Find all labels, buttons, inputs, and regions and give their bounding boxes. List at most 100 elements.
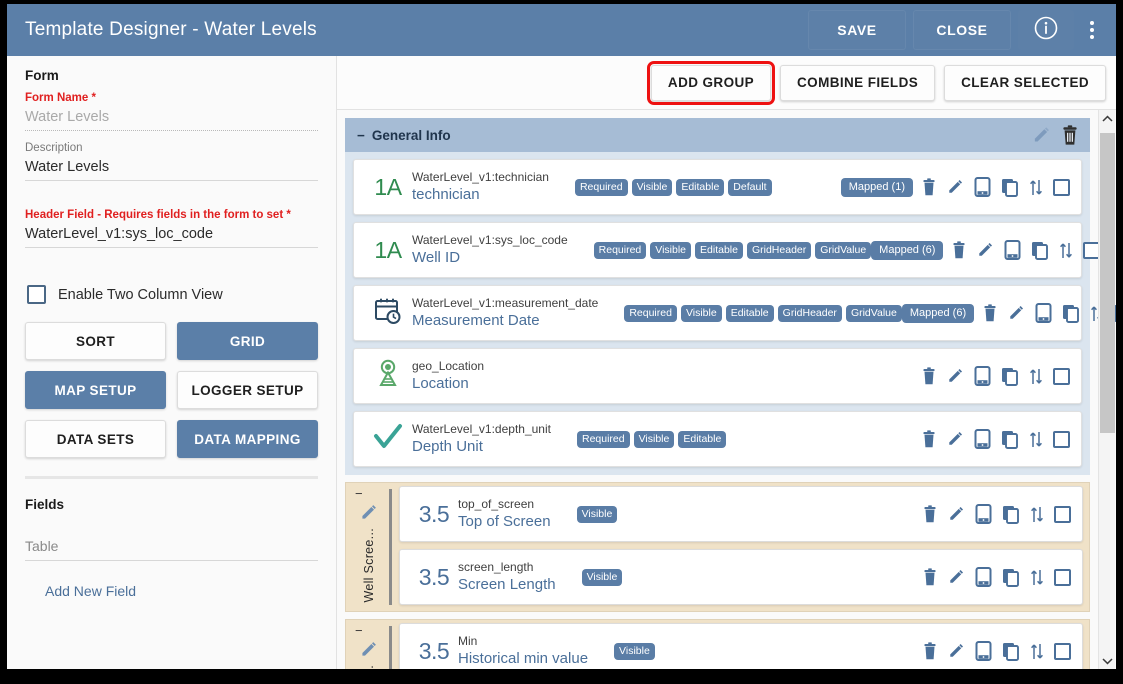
subgroup-well-screen[interactable]: − Well Scree... 3.5 top_of_screen Top of… <box>345 482 1090 612</box>
row-pencil-icon[interactable] <box>948 506 965 523</box>
row-sort-arrows-icon[interactable] <box>1030 505 1044 524</box>
two-column-view-checkbox[interactable] <box>27 285 46 304</box>
field-label: Location <box>412 375 469 392</box>
subgroup-edit-pencil-icon[interactable] <box>360 641 378 659</box>
scrollbar-thumb[interactable] <box>1099 133 1115 433</box>
row-trash-icon[interactable] <box>922 568 938 586</box>
add-new-field-link[interactable]: Add New Field <box>45 583 318 599</box>
add-group-button[interactable]: ADD GROUP <box>646 60 776 105</box>
row-device-icon[interactable] <box>974 429 991 449</box>
data-sets-button[interactable]: DATA SETS <box>25 420 166 458</box>
row-copy-icon[interactable] <box>1002 642 1020 661</box>
row-device-icon[interactable] <box>975 641 992 661</box>
group-delete-trash-icon[interactable] <box>1060 124 1080 146</box>
table-row[interactable]: WaterLevel_v1:depth_unit Depth Unit Requ… <box>353 411 1082 467</box>
clear-selected-button[interactable]: CLEAR SELECTED <box>944 64 1106 101</box>
row-trash-icon[interactable] <box>922 642 938 660</box>
row-pencil-icon[interactable] <box>947 368 964 385</box>
row-pencil-icon[interactable] <box>947 179 964 196</box>
row-select-checkbox[interactable] <box>1053 178 1070 196</box>
subgroup-collapse-toggle[interactable]: − <box>355 487 363 500</box>
table-row[interactable]: WaterLevel_v1:measurement_date Measureme… <box>353 285 1116 341</box>
table-row[interactable]: 3.5 screen_length Screen Length Visible <box>399 549 1083 605</box>
form-name-input[interactable]: Water Levels <box>25 106 318 130</box>
canvas-scrollbar[interactable] <box>1098 110 1115 669</box>
row-copy-icon[interactable] <box>1001 178 1019 197</box>
row-sort-arrows-icon[interactable] <box>1030 642 1044 661</box>
row-device-icon[interactable] <box>1035 303 1052 323</box>
row-trash-icon[interactable] <box>921 430 937 448</box>
form-canvas: − General Info 1A WaterLevel_v1:technici… <box>337 110 1116 669</box>
page-title: Template Designer - Water Levels <box>25 19 317 40</box>
sidebar: Form Form Name * Water Levels Descriptio… <box>7 56 337 669</box>
subgroup-edit-pencil-icon[interactable] <box>360 504 378 522</box>
group-collapse-toggle[interactable]: − <box>357 128 365 143</box>
save-button[interactable]: SAVE <box>808 10 906 50</box>
data-mapping-button[interactable]: DATA MAPPING <box>177 420 318 458</box>
table-row[interactable]: 3.5 top_of_screen Top of Screen Visible <box>399 486 1083 542</box>
table-row[interactable]: 3.5 Min Historical min value Visible <box>399 623 1083 669</box>
row-select-checkbox[interactable] <box>1054 505 1071 523</box>
row-device-icon[interactable] <box>975 504 992 524</box>
row-copy-icon[interactable] <box>1002 568 1020 587</box>
row-device-icon[interactable] <box>1004 240 1021 260</box>
group-body-general-info: 1A WaterLevel_v1:technician technician R… <box>345 152 1116 475</box>
row-select-checkbox[interactable] <box>1053 367 1070 385</box>
row-pencil-icon[interactable] <box>947 431 964 448</box>
header-field-underline <box>25 247 318 248</box>
row-pencil-icon[interactable] <box>1008 305 1025 322</box>
row-sort-arrows-icon[interactable] <box>1029 367 1043 386</box>
row-sort-arrows-icon[interactable] <box>1059 241 1073 260</box>
scroll-up-arrow[interactable] <box>1099 110 1116 127</box>
sidebar-button-grid: SORT GRID MAP SETUP LOGGER SETUP DATA SE… <box>25 322 318 458</box>
table-row[interactable]: 1A WaterLevel_v1:technician technician R… <box>353 159 1082 215</box>
row-copy-icon[interactable] <box>1062 304 1080 323</box>
kebab-menu-icon[interactable] <box>1078 10 1106 50</box>
sort-button[interactable]: SORT <box>25 322 166 360</box>
row-trash-icon[interactable] <box>951 241 967 259</box>
scroll-down-arrow[interactable] <box>1099 652 1116 669</box>
field-type-icon: 3.5 <box>412 501 456 528</box>
row-device-icon[interactable] <box>974 177 991 197</box>
form-section-title: Form <box>25 68 59 83</box>
app-body: Form Form Name * Water Levels Descriptio… <box>7 56 1116 669</box>
subgroup-historical[interactable]: − orical ... 3.5 <box>345 619 1090 669</box>
close-button[interactable]: CLOSE <box>913 10 1011 50</box>
row-copy-icon[interactable] <box>1001 367 1019 386</box>
group-header-general-info[interactable]: − General Info <box>345 118 1090 152</box>
row-copy-icon[interactable] <box>1001 430 1019 449</box>
group-edit-pencil-icon[interactable] <box>1032 126 1051 145</box>
description-input[interactable]: Water Levels <box>25 156 318 180</box>
row-device-icon[interactable] <box>974 366 991 386</box>
two-column-view-row[interactable]: Enable Two Column View <box>27 285 318 304</box>
row-select-checkbox[interactable] <box>1054 568 1071 586</box>
row-copy-icon[interactable] <box>1031 241 1049 260</box>
row-pencil-icon[interactable] <box>948 643 965 660</box>
subgroup-collapse-toggle[interactable]: − <box>355 624 363 637</box>
grid-button[interactable]: GRID <box>177 322 318 360</box>
scrollbar-track[interactable] <box>1099 127 1116 652</box>
row-trash-icon[interactable] <box>921 367 937 385</box>
table-select[interactable]: Table <box>25 538 318 561</box>
row-copy-icon[interactable] <box>1002 505 1020 524</box>
row-pencil-icon[interactable] <box>977 242 994 259</box>
row-sort-arrows-icon[interactable] <box>1029 178 1043 197</box>
map-setup-button[interactable]: MAP SETUP <box>25 371 166 409</box>
logger-setup-button[interactable]: LOGGER SETUP <box>177 371 318 409</box>
table-row[interactable]: geo_Location Location <box>353 348 1082 404</box>
row-trash-icon[interactable] <box>982 304 998 322</box>
row-pencil-icon[interactable] <box>948 569 965 586</box>
header-field-input[interactable]: WaterLevel_v1:sys_loc_code <box>25 223 318 247</box>
row-sort-arrows-icon[interactable] <box>1030 568 1044 587</box>
combine-fields-button[interactable]: COMBINE FIELDS <box>780 64 936 101</box>
table-row[interactable]: 1A WaterLevel_v1:sys_loc_code Well ID Re… <box>353 222 1101 278</box>
row-trash-icon[interactable] <box>921 178 937 196</box>
row-select-checkbox[interactable] <box>1054 642 1071 660</box>
row-sort-arrows-icon[interactable] <box>1029 430 1043 449</box>
field-key: Min <box>458 634 478 648</box>
row-trash-icon[interactable] <box>922 505 938 523</box>
row-device-icon[interactable] <box>975 567 992 587</box>
info-button[interactable] <box>1018 10 1074 50</box>
field-key: WaterLevel_v1:measurement_date <box>412 296 599 310</box>
row-select-checkbox[interactable] <box>1053 430 1070 448</box>
